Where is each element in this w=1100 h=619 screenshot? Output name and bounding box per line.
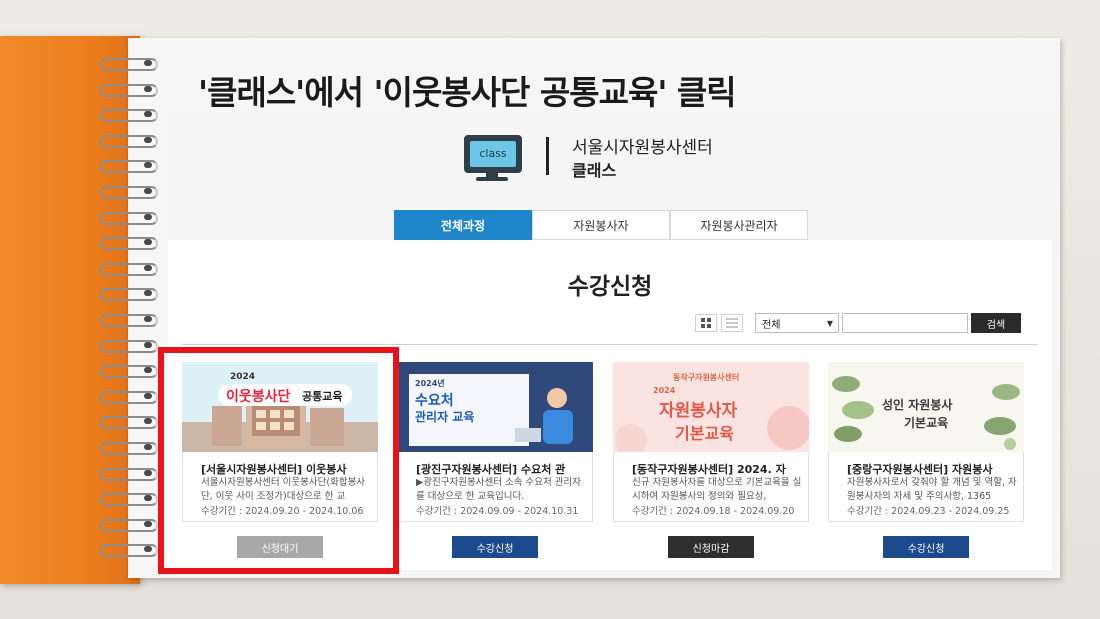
course-description: 신규 자원봉사자를 대상으로 기본교육을 실시하여 자원봉사의 정의와 필요성, [632,477,802,502]
course-thumbnail[interactable]: 2024년 수요처 관리자 교육 [397,362,593,452]
apply-button[interactable]: 수강신청 [883,536,969,558]
thumb-org: 동작구자원봉사센터 [673,373,740,382]
search-input[interactable] [842,313,968,333]
tab-volunteer[interactable]: 자원봉사자 [532,210,670,240]
spiral-ring [92,389,158,404]
course-card[interactable]: 동작구자원봉사센터 2024 자원봉사자 기본교육 [동작구자원봉사센터] 20… [613,362,809,522]
spiral-ring [92,133,158,148]
spiral-binding [92,56,162,576]
spiral-ring [92,286,158,302]
spiral-ring [92,210,158,225]
thumb-title-line1: 성인 자원봉사 [882,398,953,412]
course-card[interactable]: 성인 자원봉사 기본교육 [중랑구자원봉사센터] 자원봉사 자원봉사자로서 갖춰… [828,362,1024,522]
spiral-ring [92,440,158,455]
course-thumbnail[interactable]: 동작구자원봉사센터 2024 자원봉사자 기본교육 [613,362,809,452]
section-name: 클래스 [572,161,617,180]
instruction-headline: '클래스'에서 '이웃봉사단 공통교육' 클릭 [198,73,737,112]
category-select[interactable]: 전체 ▼ [755,313,839,333]
course-card[interactable]: 2024년 수요처 관리자 교육 [광진구자원봉사센터] 수요처 관 ▶광진구자… [397,362,593,522]
list-divider [182,344,1038,345]
course-title[interactable]: [광진구자원봉사센터] 수요처 관 [416,461,588,477]
spiral-ring [92,466,158,481]
tab-volunteer-manager[interactable]: 자원봉사관리자 [670,210,808,240]
course-period: 수강기간 : 2024.09.09 - 2024.10.31 [416,506,579,517]
course-title[interactable]: [동작구자원봉사센터] 2024. 자 [632,461,804,477]
header-divider [546,137,549,175]
spiral-ring [92,491,158,507]
spiral-ring [92,517,158,532]
spiral-ring [92,338,158,353]
spiral-ring [92,261,158,276]
thumb-title-line2: 관리자 교육 [415,410,475,424]
course-period: 수강기간 : 2024.09.18 - 2024.09.20 [632,506,795,517]
list-icon [726,318,738,328]
list-toolbar: 전체 ▼ 검색 [695,313,1021,333]
spiral-ring [92,312,158,327]
thumb-title-line2: 기본교육 [675,424,734,443]
course-description: 자원봉사자로서 갖춰야 할 개념 및 역할, 자원봉사자의 자세 및 주의사항,… [847,477,1017,502]
course-thumbnail[interactable]: 성인 자원봉사 기본교육 [828,362,1024,452]
site-header: class 서울시자원봉사센터 클래스 전체과정 자원봉사자 자원봉사관리자 [168,115,1052,240]
spiral-ring [92,542,158,558]
spiral-ring [92,56,158,71]
closed-button[interactable]: 신청마감 [668,536,754,558]
thumb-title-line2: 기본교육 [904,416,949,430]
org-name: 서울시자원봉사센터 [572,138,713,158]
spiral-ring [92,82,158,97]
thumb-title-line1: 자원봉사자 [659,401,738,421]
spiral-ring [92,184,158,199]
highlight-box [158,347,399,574]
course-tabs: 전체과정 자원봉사자 자원봉사관리자 [394,210,808,240]
class-monitor-icon[interactable]: class [464,135,522,183]
spiral-ring [92,235,158,251]
thumb-title-line1: 수요처 [415,393,454,409]
spiral-ring [92,158,158,174]
logo-text: class [470,141,516,167]
category-select-value: 전체 [762,319,781,331]
tab-all-courses[interactable]: 전체과정 [394,210,532,240]
apply-button[interactable]: 수강신청 [452,536,538,558]
thumb-year: 2024년 [415,379,445,388]
search-button[interactable]: 검색 [971,313,1021,333]
spiral-ring [92,363,158,379]
course-description: ▶광진구자원봉사센터 소속 수요처 관리자를 대상으로 한 교육입니다. [416,477,581,502]
thumb-year: 2024 [653,386,676,395]
page-title: 수강신청 [567,274,653,300]
spiral-ring [92,107,158,123]
course-title[interactable]: [중랑구자원봉사센터] 자원봉사 [847,461,1019,477]
spiral-ring [92,414,158,430]
chevron-down-icon: ▼ [826,318,833,328]
list-view-button[interactable] [721,314,743,332]
grid-icon [701,318,711,328]
course-period: 수강기간 : 2024.09.23 - 2024.09.25 [847,506,1010,517]
grid-view-button[interactable] [695,314,717,332]
